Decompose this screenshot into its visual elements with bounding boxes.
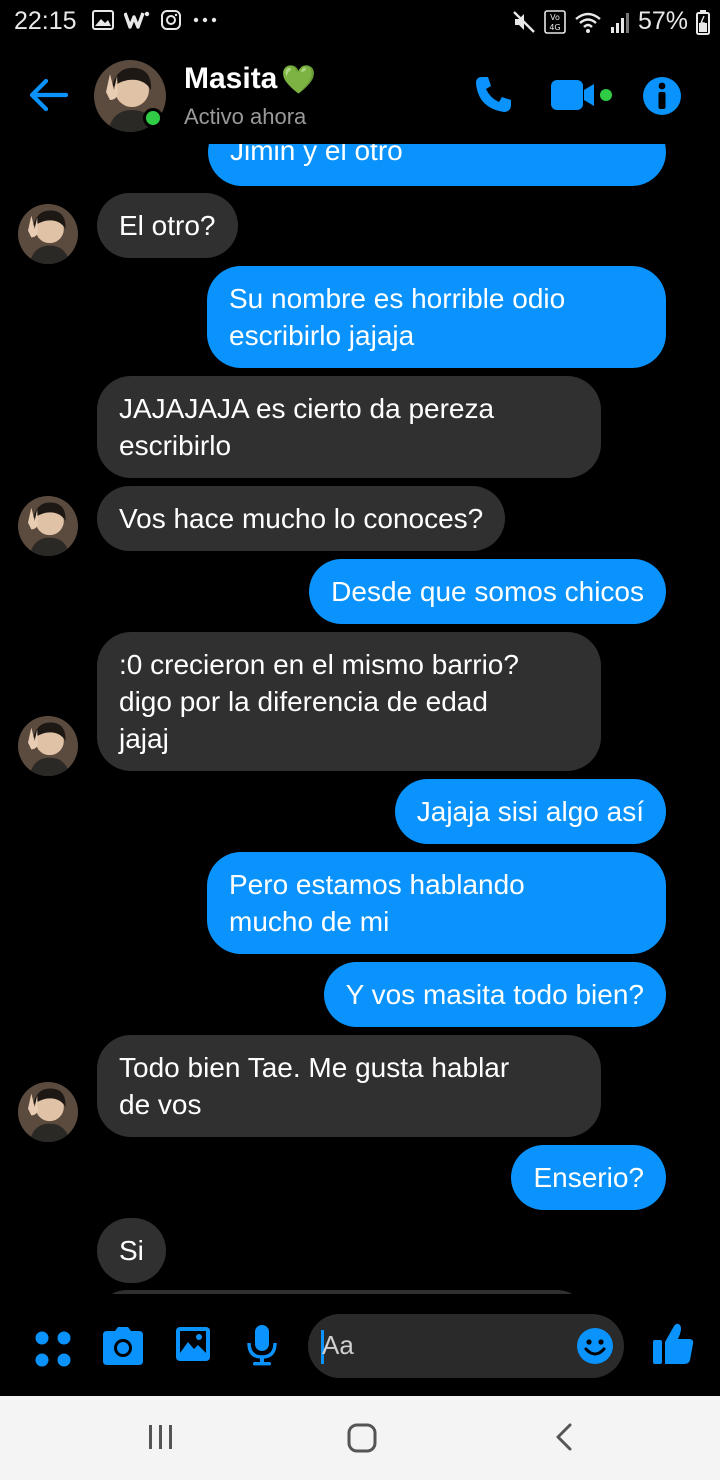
chat-header: Masita 💚 Activo ahora bbox=[0, 48, 720, 144]
green-heart-emoji: 💚 bbox=[281, 62, 317, 96]
message-bubble-sent[interactable]: Jajaja sisi algo así bbox=[394, 779, 666, 844]
message-bubble-sent[interactable]: Y vos masita todo bien? bbox=[323, 962, 666, 1027]
back-nav-icon[interactable] bbox=[552, 1422, 578, 1452]
system-nav-bar bbox=[0, 1396, 720, 1480]
message-bubble-received[interactable]: Si bbox=[97, 1218, 166, 1283]
battery-percent: 57% bbox=[637, 7, 688, 35]
message-bubble-sent[interactable]: Pero estamos hablando mucho de mi bbox=[207, 852, 666, 954]
emoji-icon[interactable] bbox=[576, 1327, 614, 1365]
message-bubble-received[interactable]: JAJAJAJA es cierto da pereza escribirlo bbox=[97, 376, 601, 478]
message-bubble-received[interactable]: Todo bien Tae. Me gusta hablar de vos bbox=[97, 1035, 601, 1137]
more-icon bbox=[193, 17, 217, 23]
sender-avatar[interactable] bbox=[18, 496, 78, 556]
recent-apps-icon[interactable] bbox=[146, 1422, 176, 1452]
phone-call-icon[interactable] bbox=[474, 74, 514, 114]
message-bubble-sent[interactable]: Jimin y el otro bbox=[208, 144, 666, 186]
message-input[interactable]: Aa bbox=[308, 1314, 624, 1378]
instagram-icon bbox=[161, 10, 181, 30]
status-bar: 22:15 Vo 4G 57% bbox=[0, 0, 720, 44]
message-bubble-received-partial[interactable] bbox=[97, 1290, 587, 1294]
svg-text:4G: 4G bbox=[549, 23, 560, 32]
mute-icon bbox=[513, 10, 535, 33]
message-bubble-received[interactable]: :0 crecieron en el mismo barrio? digo po… bbox=[97, 632, 601, 771]
camera-icon[interactable] bbox=[102, 1326, 144, 1366]
microphone-icon[interactable] bbox=[246, 1324, 278, 1366]
video-call-icon[interactable] bbox=[550, 78, 614, 112]
battery-icon bbox=[696, 9, 710, 35]
volte-icon: Vo4G bbox=[544, 9, 566, 34]
wifi-icon bbox=[575, 12, 601, 33]
message-bubble-received[interactable]: Vos hace mucho lo conoces? bbox=[97, 486, 506, 551]
gallery-icon[interactable] bbox=[175, 1326, 211, 1362]
contact-status: Activo ahora bbox=[184, 104, 307, 129]
message-list[interactable]: Jimin y el otro El otro? Su nombre es ho… bbox=[0, 144, 720, 1294]
info-icon[interactable] bbox=[642, 76, 682, 116]
status-time: 22:15 bbox=[14, 7, 77, 35]
contact-name[interactable]: Masita 💚 bbox=[184, 62, 316, 96]
back-arrow-icon[interactable] bbox=[26, 72, 72, 118]
image-icon bbox=[92, 10, 114, 30]
more-actions-icon[interactable] bbox=[34, 1330, 72, 1368]
w-icon bbox=[124, 11, 150, 29]
message-bubble-received[interactable]: El otro? bbox=[97, 193, 238, 258]
home-icon[interactable] bbox=[346, 1422, 378, 1454]
sender-avatar[interactable] bbox=[18, 716, 78, 776]
message-bubble-sent[interactable]: Enserio? bbox=[511, 1145, 666, 1210]
thumbs-up-icon[interactable] bbox=[652, 1322, 694, 1366]
message-composer: Aa bbox=[0, 1310, 720, 1386]
online-indicator bbox=[143, 108, 163, 128]
message-bubble-sent[interactable]: Su nombre es horrible odio escribirlo ja… bbox=[207, 266, 666, 368]
svg-text:Vo: Vo bbox=[550, 13, 560, 22]
signal-icon bbox=[610, 12, 629, 33]
message-input-placeholder: Aa bbox=[322, 1330, 354, 1360]
contact-name-text: Masita bbox=[184, 62, 278, 95]
sender-avatar[interactable] bbox=[18, 1082, 78, 1142]
message-bubble-sent[interactable]: Desde que somos chicos bbox=[309, 559, 666, 624]
sender-avatar[interactable] bbox=[18, 204, 78, 264]
